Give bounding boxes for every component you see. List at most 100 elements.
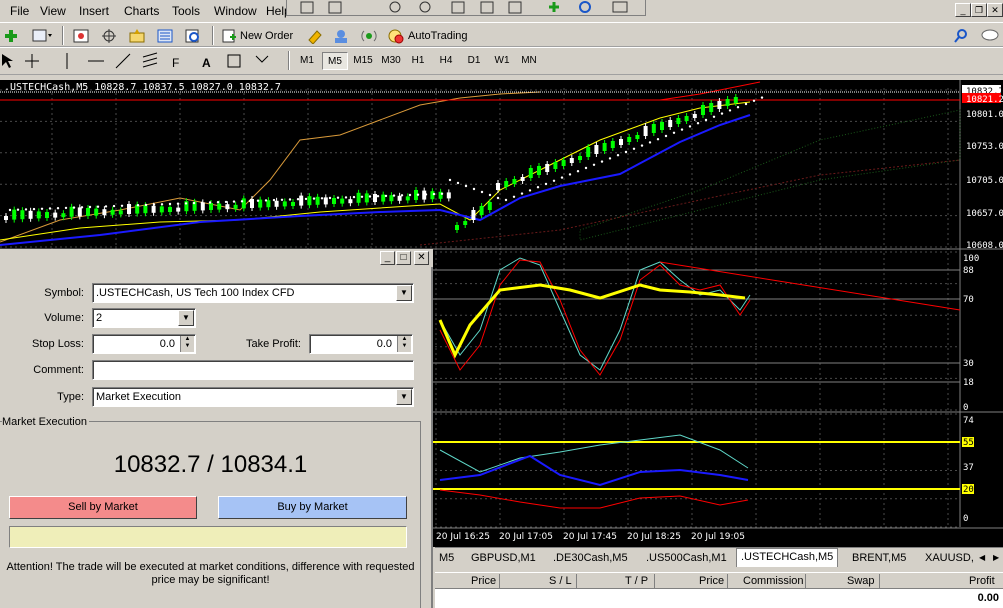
parabolic-dot bbox=[552, 179, 556, 182]
tab-ustechcash[interactable]: .USTECHCash,M5 bbox=[736, 548, 839, 567]
col-profit[interactable]: Profit bbox=[969, 575, 995, 587]
candle-body bbox=[209, 203, 213, 210]
indicators-icon[interactable] bbox=[549, 2, 559, 12]
strategy-tester-button[interactable] bbox=[182, 26, 204, 45]
text-tool-icon[interactable]: A bbox=[202, 56, 211, 70]
stoploss-input[interactable]: 0.0 ▲ ▼ bbox=[92, 334, 196, 354]
autoscroll-icon[interactable] bbox=[480, 1, 494, 14]
takeprofit-input[interactable]: 0.0 ▲ ▼ bbox=[309, 334, 413, 354]
menu-insert[interactable]: Insert bbox=[79, 4, 109, 18]
buy-by-market-button[interactable]: Buy by Market bbox=[218, 496, 407, 519]
tf-m1[interactable]: M1 bbox=[294, 52, 320, 70]
terminal-button[interactable] bbox=[154, 26, 176, 45]
search-button[interactable] bbox=[950, 26, 972, 45]
column-divider bbox=[879, 574, 880, 589]
type-select[interactable]: Market Execution ▼ bbox=[92, 387, 414, 407]
text-label-icon[interactable] bbox=[227, 54, 241, 68]
sell-by-market-button[interactable]: Sell by Market bbox=[9, 496, 197, 519]
candle-body bbox=[455, 225, 459, 230]
close-window-button[interactable]: ✕ bbox=[987, 3, 1003, 17]
chevron-down-icon[interactable]: ▼ bbox=[396, 285, 412, 301]
parabolic-dot bbox=[584, 166, 588, 170]
price-scale-label: 10801.0 bbox=[966, 110, 1003, 120]
tf-d1[interactable]: D1 bbox=[461, 52, 487, 70]
dialog-minimize-button[interactable]: _ bbox=[380, 251, 395, 265]
col-price-current[interactable]: Price bbox=[699, 575, 724, 587]
col-swap[interactable]: Swap bbox=[847, 575, 875, 587]
dialog-close-button[interactable]: ✕ bbox=[414, 251, 429, 265]
stoploss-stepper[interactable]: ▲ ▼ bbox=[180, 336, 194, 352]
new-order-button[interactable]: New Order bbox=[220, 26, 298, 45]
tf-h4[interactable]: H4 bbox=[433, 52, 459, 70]
tf-m30[interactable]: M30 bbox=[377, 52, 405, 70]
chart-shift-icon[interactable] bbox=[508, 1, 522, 14]
zoom-in-icon[interactable] bbox=[389, 1, 401, 13]
expert-editor-button[interactable] bbox=[304, 26, 326, 45]
community-button[interactable] bbox=[330, 26, 352, 45]
signals-button[interactable] bbox=[358, 26, 380, 45]
new-chart-button[interactable] bbox=[0, 26, 22, 45]
tab-gbpusd[interactable]: GBPUSD,M1 bbox=[467, 550, 540, 567]
symbol-select[interactable]: .USTECHCash, US Tech 100 Index CFD ▼ bbox=[92, 283, 414, 303]
restore-button[interactable]: ❐ bbox=[971, 3, 987, 17]
tf-h1[interactable]: H1 bbox=[405, 52, 431, 70]
autotrading-button[interactable]: AutoTrading bbox=[386, 26, 472, 45]
comment-input[interactable] bbox=[92, 360, 414, 380]
candle-body bbox=[118, 210, 123, 215]
arrows-icon[interactable] bbox=[255, 55, 269, 63]
zoom-out-icon[interactable] bbox=[419, 1, 431, 13]
fibonacci-icon[interactable]: F bbox=[172, 56, 179, 70]
tab-de30cash[interactable]: .DE30Cash,M5 bbox=[549, 550, 632, 567]
trendline-icon[interactable] bbox=[115, 53, 131, 69]
tab-brent[interactable]: BRENT,M5 bbox=[848, 550, 910, 567]
chart-bar-icon[interactable] bbox=[300, 1, 314, 14]
parabolic-dot bbox=[128, 204, 132, 207]
chart-candle-icon[interactable] bbox=[328, 1, 342, 14]
candle-body bbox=[397, 195, 402, 201]
periods-icon[interactable] bbox=[579, 1, 591, 13]
col-commission[interactable]: Commission bbox=[743, 575, 804, 587]
profiles-button[interactable] bbox=[28, 26, 56, 45]
tab-scroll-right[interactable]: ▶ bbox=[989, 550, 1003, 567]
menu-tools[interactable]: Tools bbox=[172, 4, 200, 18]
bid-ask-price: 10832.7 / 10834.1 bbox=[113, 451, 308, 478]
channel-icon[interactable] bbox=[142, 52, 158, 68]
tf-m5[interactable]: M5 bbox=[322, 52, 348, 70]
cursor-icon[interactable] bbox=[2, 54, 13, 68]
chevron-down-icon[interactable]: ▼ bbox=[396, 389, 412, 405]
minimize-button[interactable]: _ bbox=[955, 3, 971, 17]
chat-button[interactable] bbox=[978, 26, 1002, 45]
market-watch-button[interactable] bbox=[70, 26, 92, 45]
menu-file[interactable]: File bbox=[10, 4, 29, 18]
tab-us500cash[interactable]: .US500Cash,M1 bbox=[642, 550, 731, 567]
tab-m5[interactable]: M5 bbox=[435, 550, 458, 567]
tab-xauusd[interactable]: XAUUSD, bbox=[921, 550, 978, 567]
tab-scroll-left[interactable]: ◀ bbox=[975, 550, 989, 567]
parabolic-dot bbox=[40, 207, 44, 210]
grid-icon[interactable] bbox=[451, 1, 465, 14]
crosshair-tool-icon[interactable] bbox=[25, 54, 39, 68]
candle-body bbox=[217, 203, 222, 210]
menu-window[interactable]: Window bbox=[214, 4, 257, 18]
col-price[interactable]: Price bbox=[471, 575, 496, 587]
parabolic-dot bbox=[384, 194, 388, 198]
menu-view[interactable]: View bbox=[40, 4, 66, 18]
navigator-button[interactable] bbox=[126, 26, 148, 45]
menu-charts[interactable]: Charts bbox=[124, 4, 159, 18]
tf-mn[interactable]: MN bbox=[516, 52, 542, 70]
tf-m15[interactable]: M15 bbox=[349, 52, 377, 70]
chevron-down-icon[interactable]: ▼ bbox=[178, 310, 194, 326]
col-sl[interactable]: S / L bbox=[549, 575, 572, 587]
parabolic-dot bbox=[456, 181, 460, 185]
col-tp[interactable]: T / P bbox=[625, 575, 648, 587]
volume-select[interactable]: 2 ▼ bbox=[92, 308, 196, 328]
candle-body bbox=[373, 194, 377, 202]
takeprofit-stepper[interactable]: ▲ ▼ bbox=[397, 336, 411, 352]
tf-w1[interactable]: W1 bbox=[489, 52, 515, 70]
data-window-button[interactable] bbox=[98, 26, 120, 45]
templates-icon[interactable] bbox=[612, 1, 628, 13]
dialog-maximize-button[interactable]: □ bbox=[396, 251, 411, 265]
parabolic-dot bbox=[48, 207, 52, 210]
candle-body bbox=[299, 195, 304, 206]
indicator-scale-label: 100 bbox=[963, 254, 979, 264]
